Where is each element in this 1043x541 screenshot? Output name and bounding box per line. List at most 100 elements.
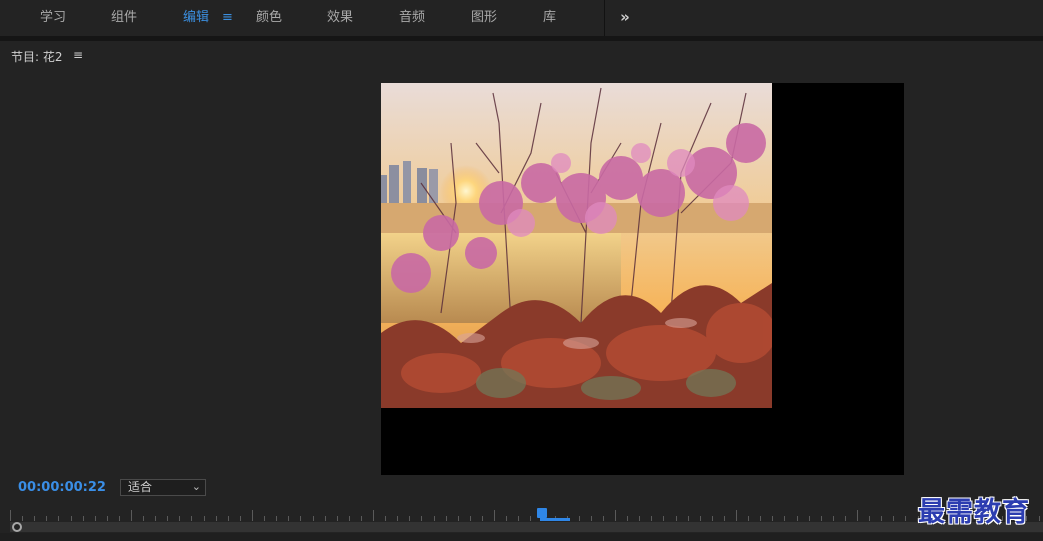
playhead-marker[interactable]: [537, 508, 547, 518]
ruler-tick: [603, 516, 604, 521]
bottom-strip: [0, 533, 1043, 541]
ruler-tick: [639, 516, 640, 521]
ruler-tick: [857, 510, 858, 521]
ruler-tick: [325, 516, 326, 521]
ruler-tick: [373, 510, 374, 521]
ruler-tick: [155, 516, 156, 521]
ruler-tick: [385, 516, 386, 521]
zoom-level-select[interactable]: 适合 ⌄: [120, 479, 206, 496]
ruler-tick: [446, 516, 447, 521]
ruler-tick: [772, 516, 773, 521]
ruler-tick: [470, 516, 471, 521]
ruler-tick: [10, 510, 11, 521]
tab-color[interactable]: 颜色: [256, 0, 282, 36]
ruler-tick: [71, 516, 72, 521]
workspace-tabs: 学习 组件 编辑 ≡ 颜色 效果 音频 图形 库: [0, 0, 605, 36]
program-monitor-frame[interactable]: [381, 83, 904, 475]
ruler-tick: [421, 516, 422, 521]
ruler-tick: [676, 516, 677, 521]
ruler-tick: [736, 510, 737, 521]
ruler-tick: [833, 516, 834, 521]
ruler-tick: [688, 516, 689, 521]
premiere-program-monitor: 学习 组件 编辑 ≡ 颜色 效果 音频 图形 库 » 节目: 花2 ≡ 00:0…: [0, 0, 1043, 541]
playhead-indicator: [540, 518, 570, 521]
ruler-tick: [905, 516, 906, 521]
ruler-tick: [228, 516, 229, 521]
ruler-tick: [506, 516, 507, 521]
ruler-tick: [167, 516, 168, 521]
ruler-tick: [337, 516, 338, 521]
chevron-down-icon: ⌄: [191, 480, 201, 493]
tab-libraries[interactable]: 库: [543, 0, 556, 36]
tab-editing[interactable]: 编辑: [183, 0, 209, 36]
ruler-tick: [518, 516, 519, 521]
ruler-tick: [724, 516, 725, 521]
playhead-timecode[interactable]: 00:00:00:22: [18, 480, 106, 495]
watermark-logo: 最需教育: [918, 497, 1030, 528]
ruler-tick: [143, 516, 144, 521]
ruler-tick: [191, 516, 192, 521]
ruler-tick: [361, 516, 362, 521]
tab-learn[interactable]: 学习: [40, 0, 66, 36]
ruler-tick: [579, 516, 580, 521]
ruler-tick: [119, 516, 120, 521]
ruler-tick: [216, 516, 217, 521]
editing-menu-icon[interactable]: ≡: [222, 0, 233, 36]
video-frame-image: [381, 83, 772, 408]
ruler-tick: [615, 510, 616, 521]
bar-divider: [0, 36, 1043, 41]
ruler-tick: [264, 516, 265, 521]
ruler-tick: [1039, 516, 1040, 521]
ruler-tick: [797, 516, 798, 521]
program-panel-title[interactable]: 节目: 花2: [11, 48, 63, 65]
ruler-tick: [458, 516, 459, 521]
ruler-tick: [349, 516, 350, 521]
ruler-tick: [748, 516, 749, 521]
ruler-tick: [95, 516, 96, 521]
tab-graphics[interactable]: 图形: [471, 0, 497, 36]
ruler-tick: [869, 516, 870, 521]
ruler-tick: [204, 516, 205, 521]
tab-audio[interactable]: 音频: [399, 0, 425, 36]
ruler-tick: [700, 516, 701, 521]
ruler-tick: [809, 516, 810, 521]
ruler-tick: [434, 516, 435, 521]
time-ruler[interactable]: [0, 508, 1043, 522]
ruler-tick: [845, 516, 846, 521]
ruler-tick: [313, 516, 314, 521]
ruler-tick: [494, 510, 495, 521]
workspace-overflow-icon[interactable]: »: [612, 0, 638, 36]
ruler-tick: [22, 516, 23, 521]
ruler-tick: [651, 516, 652, 521]
ruler-tick: [712, 516, 713, 521]
ruler-tick: [131, 510, 132, 521]
ruler-tick: [591, 516, 592, 521]
tab-effects[interactable]: 效果: [327, 0, 353, 36]
ruler-tick: [893, 516, 894, 521]
ruler-tick: [107, 516, 108, 521]
ruler-tick: [179, 516, 180, 521]
ruler-tick: [240, 516, 241, 521]
zoom-scrollbar[interactable]: [10, 522, 1043, 532]
ruler-tick: [784, 516, 785, 521]
tab-assembly[interactable]: 组件: [111, 0, 137, 36]
ruler-tick: [288, 516, 289, 521]
ruler-tick: [252, 510, 253, 521]
ruler-tick: [821, 516, 822, 521]
ruler-tick: [881, 516, 882, 521]
ruler-tick: [482, 516, 483, 521]
ruler-tick: [530, 516, 531, 521]
zoom-level-value: 适合: [128, 480, 153, 494]
ruler-tick: [46, 516, 47, 521]
panel-menu-icon[interactable]: ≡: [73, 48, 83, 62]
ruler-tick: [663, 516, 664, 521]
ruler-tick: [760, 516, 761, 521]
ruler-tick: [627, 516, 628, 521]
ruler-tick: [409, 516, 410, 521]
scrollbar-handle[interactable]: [12, 522, 22, 532]
workspace-bar: 学习 组件 编辑 ≡ 颜色 效果 音频 图形 库 »: [0, 0, 1043, 36]
ruler-tick: [300, 516, 301, 521]
ruler-tick: [58, 516, 59, 521]
ruler-tick: [83, 516, 84, 521]
ruler-tick: [397, 516, 398, 521]
